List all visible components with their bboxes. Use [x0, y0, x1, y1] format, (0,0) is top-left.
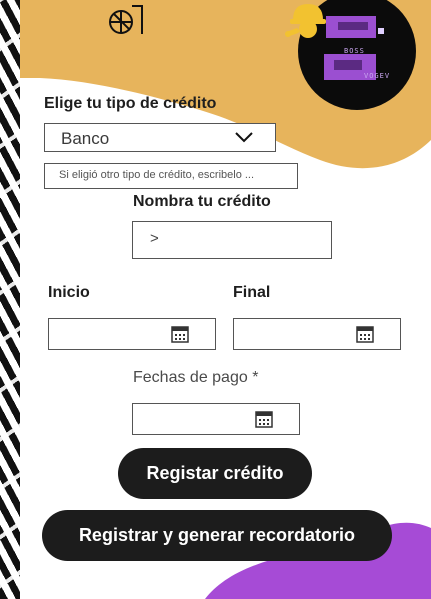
register-and-reminder-button[interactable]: Registrar y generar recordatorio — [42, 510, 392, 561]
calendar-icon[interactable] — [171, 325, 189, 343]
end-date-input[interactable] — [233, 318, 401, 350]
credit-name-label: Nombra tu crédito — [133, 193, 271, 210]
other-credit-type-placeholder: Si eligió otro tipo de crédito, escribel… — [59, 169, 255, 181]
credit-type-value: Banco — [61, 129, 110, 148]
credit-type-select[interactable]: Banco — [44, 123, 276, 152]
avatar-text-bottom: VOGEV — [364, 72, 391, 80]
geometric-logo-icon[interactable] — [106, 2, 144, 36]
payment-dates-label: Fechas de pago * — [133, 369, 259, 386]
calendar-icon[interactable] — [356, 325, 374, 343]
credit-type-label: Elige tu tipo de crédito — [44, 95, 217, 112]
end-date-label: Final — [233, 284, 271, 301]
avatar-text-top: BOSS — [344, 47, 365, 55]
start-date-input[interactable] — [48, 318, 216, 350]
register-credit-button[interactable]: Registar crédito — [118, 448, 312, 499]
chevron-down-icon — [235, 132, 253, 143]
calendar-icon[interactable] — [255, 410, 273, 428]
credit-name-value: > — [150, 230, 159, 247]
worker-wrench-icon[interactable] — [285, 0, 331, 42]
other-credit-type-input[interactable]: Si eligió otro tipo de crédito, escribel… — [44, 163, 298, 189]
start-date-label: Inicio — [48, 284, 90, 301]
payment-dates-input[interactable] — [132, 403, 300, 435]
credit-name-input[interactable]: > — [132, 221, 332, 259]
